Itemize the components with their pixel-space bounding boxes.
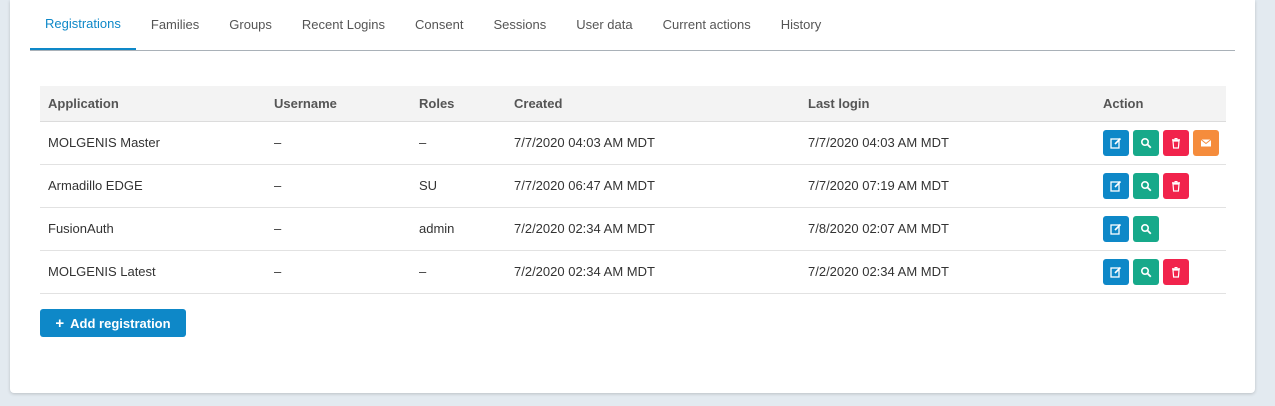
email-icon [1200, 137, 1212, 149]
column-header-roles: Roles [411, 86, 506, 122]
edit-button[interactable] [1103, 258, 1129, 285]
add-registration-label: Add registration [70, 315, 171, 331]
column-header-action: Action [1095, 86, 1226, 122]
plus-icon: + [55, 314, 65, 332]
column-header-application: Application [40, 86, 266, 122]
application-cell: MOLGENIS Latest [40, 250, 266, 294]
table-row: MOLGENIS Latest – –7/2/2020 02:34 AM MDT 7/… [40, 250, 1226, 294]
tab-user-data[interactable]: User data [561, 0, 647, 50]
edit-button[interactable] [1103, 215, 1129, 242]
table-header-row: Application Username Roles Created Last … [40, 86, 1226, 122]
roles-cell: – [411, 250, 506, 294]
table-row: Armadillo EDGE – SU 7/7/2020 06:47 AM MDT 7/… [40, 164, 1226, 208]
column-header-last-login: Last login [800, 86, 1095, 122]
column-header-username: Username [266, 86, 411, 122]
edit-icon [1110, 223, 1122, 235]
delete-icon [1170, 266, 1182, 278]
delete-icon [1170, 180, 1182, 192]
tab-current-actions[interactable]: Current actions [648, 0, 766, 50]
email-button[interactable] [1193, 129, 1219, 156]
view-button[interactable] [1133, 258, 1159, 285]
registrations-table: Application Username Roles Created Last … [40, 86, 1226, 294]
table-row: MOLGENIS Master – –7/7/2020 04:03 AM MDT 7/… [40, 121, 1226, 165]
view-button[interactable] [1133, 172, 1159, 199]
last-login-cell: 7/7/2020 07:19 AM MDT [800, 164, 1095, 208]
tab-groups[interactable]: Groups [214, 0, 287, 50]
action-cell [1095, 164, 1226, 208]
edit-icon [1110, 266, 1122, 278]
view-icon [1140, 137, 1152, 149]
last-login-cell: 7/7/2020 04:03 AM MDT [800, 121, 1095, 165]
created-cell: 7/2/2020 02:34 AM MDT [506, 250, 800, 294]
action-cell [1095, 207, 1226, 251]
add-registration-button[interactable]: + Add registration [40, 309, 186, 337]
view-icon [1140, 223, 1152, 235]
username-cell: – [266, 164, 411, 208]
view-button[interactable] [1133, 129, 1159, 156]
roles-cell: admin [411, 207, 506, 251]
action-cell [1095, 250, 1226, 294]
tab-recent-logins[interactable]: Recent Logins [287, 0, 400, 50]
username-cell: – [266, 207, 411, 251]
edit-button[interactable] [1103, 129, 1129, 156]
tab-registrations[interactable]: Registrations [30, 0, 136, 50]
edit-icon [1110, 137, 1122, 149]
username-cell: – [266, 250, 411, 294]
roles-cell: SU [411, 164, 506, 208]
last-login-cell: 7/8/2020 02:07 AM MDT [800, 207, 1095, 251]
created-cell: 7/2/2020 02:34 AM MDT [506, 207, 800, 251]
username-cell: – [266, 121, 411, 165]
delete-button[interactable] [1163, 172, 1189, 199]
roles-cell: – [411, 121, 506, 165]
edit-button[interactable] [1103, 172, 1129, 199]
edit-icon [1110, 180, 1122, 192]
user-details-panel: Registrations Families Groups Recent Log… [10, 0, 1255, 393]
view-icon [1140, 180, 1152, 192]
delete-button[interactable] [1163, 258, 1189, 285]
view-icon [1140, 266, 1152, 278]
action-cell [1095, 121, 1226, 165]
delete-button[interactable] [1163, 129, 1189, 156]
created-cell: 7/7/2020 04:03 AM MDT [506, 121, 800, 165]
table-row: FusionAuth – admin 7/2/2020 02:34 AM MDT 7/8… [40, 207, 1226, 251]
view-button[interactable] [1133, 215, 1159, 242]
tab-sessions[interactable]: Sessions [478, 0, 561, 50]
column-header-created: Created [506, 86, 800, 122]
last-login-cell: 7/2/2020 02:34 AM MDT [800, 250, 1095, 294]
application-cell: FusionAuth [40, 207, 266, 251]
created-cell: 7/7/2020 06:47 AM MDT [506, 164, 800, 208]
tab-bar: Registrations Families Groups Recent Log… [30, 0, 1235, 51]
tab-consent[interactable]: Consent [400, 0, 478, 50]
delete-icon [1170, 137, 1182, 149]
application-cell: Armadillo EDGE [40, 164, 266, 208]
tab-families[interactable]: Families [136, 0, 214, 50]
tab-history[interactable]: History [766, 0, 836, 50]
application-cell: MOLGENIS Master [40, 121, 266, 165]
